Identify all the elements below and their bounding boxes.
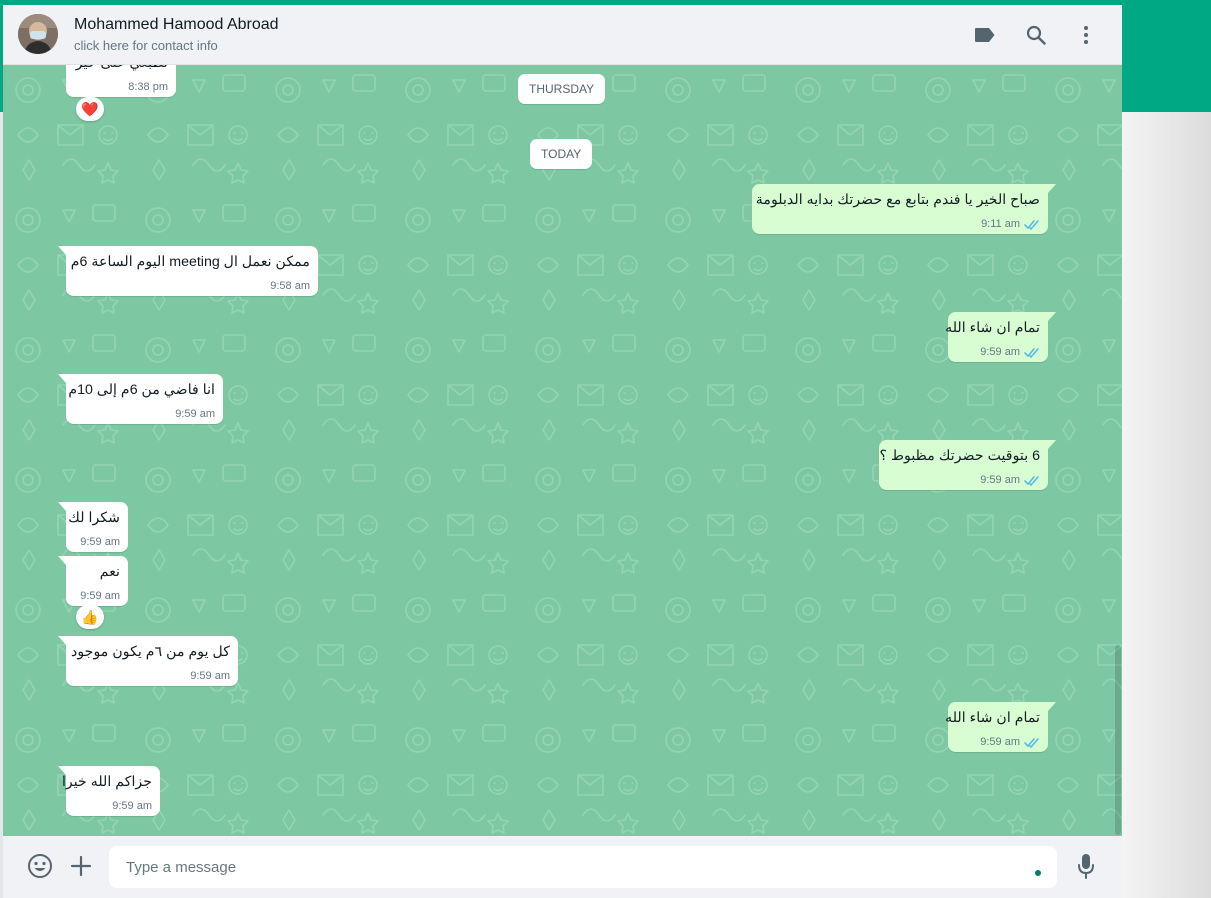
- message-meta: 9:11 am: [981, 218, 1040, 230]
- message-bubble-outgoing[interactable]: صباح الخير يا فندم بتابع مع حضرتك بدايه …: [752, 184, 1056, 234]
- message-time: 9:59 am: [980, 736, 1020, 748]
- voice-record-button[interactable]: [1069, 849, 1103, 883]
- message-text: تمام ان شاء الله: [945, 710, 1040, 726]
- message-bubble-incoming[interactable]: انا فاضي من 6م إلى 10م 9:59 am: [58, 374, 223, 424]
- message-time: 9:59 am: [980, 474, 1020, 486]
- message-text: تطبعي على خير: [75, 65, 168, 73]
- message-meta: 9:59 am: [980, 736, 1040, 748]
- message-meta: 9:59 am: [112, 800, 152, 812]
- message-bubble-incoming[interactable]: جزاكم الله خيرا 9:59 am: [58, 766, 160, 816]
- message-input[interactable]: [109, 846, 1057, 888]
- menu-button[interactable]: [1071, 20, 1101, 50]
- avatar[interactable]: [18, 14, 58, 54]
- emoji-button[interactable]: [23, 849, 57, 883]
- chat-scrollbar[interactable]: [1115, 645, 1121, 835]
- message-time: 9:59 am: [80, 536, 120, 548]
- read-double-check-icon: [1024, 737, 1039, 748]
- message-text: انا فاضي من 6م إلى 10م: [68, 382, 215, 398]
- message-bubble-incoming[interactable]: شكرا لك 9:59 am: [58, 502, 128, 552]
- message-bubble-outgoing[interactable]: تمام ان شاء الله 9:59 am: [945, 702, 1056, 752]
- read-double-check-icon: [1024, 347, 1039, 358]
- message-meta: 9:58 am: [270, 280, 310, 292]
- reaction-heart[interactable]: ❤️: [76, 97, 104, 121]
- microphone-icon: [1078, 854, 1094, 879]
- emoji-icon: [28, 854, 52, 878]
- date-divider-thursday: THURSDAY: [518, 74, 606, 104]
- message-time: 9:59 am: [190, 670, 230, 682]
- message-time: 9:58 am: [270, 280, 310, 292]
- message-composer: [3, 836, 1122, 898]
- message-text: صباح الخير يا فندم بتابع مع حضرتك بدايه …: [755, 192, 1040, 208]
- message-bubble-incoming[interactable]: نعم 9:59 am: [58, 556, 128, 606]
- message-text: شكرا لك: [68, 510, 120, 526]
- message-text: كل يوم من ٦م يكون موجود: [71, 644, 230, 660]
- message-meta: 9:59 am: [190, 670, 230, 682]
- attach-plus-icon: [70, 855, 92, 877]
- message-time: 8:38 pm: [128, 81, 168, 93]
- message-text: 6 بتوقيت حضرتك مظبوط ؟: [879, 448, 1040, 464]
- read-double-check-icon: [1024, 219, 1039, 230]
- message-bubble-incoming[interactable]: كل يوم من ٦م يكون موجود 9:59 am: [58, 636, 238, 686]
- reaction-thumbs-up[interactable]: 👍: [76, 605, 104, 629]
- chat-header[interactable]: Mohammed Hamood Abroad click here for co…: [3, 5, 1122, 65]
- contact-name[interactable]: Mohammed Hamood Abroad: [74, 16, 279, 34]
- date-divider-today: TODAY: [530, 139, 593, 169]
- message-text: ممكن نعمل ال meeting اليوم الساعة 6م: [70, 254, 310, 270]
- message-text: جزاكم الله خيرا: [61, 774, 152, 790]
- message-text: نعم: [99, 564, 120, 580]
- chat-window: Mohammed Hamood Abroad click here for co…: [3, 5, 1122, 898]
- label-icon: [975, 28, 995, 42]
- window-background: [1122, 112, 1211, 898]
- search-button[interactable]: [1021, 20, 1051, 50]
- menu-icon: [1084, 26, 1088, 44]
- message-time: 9:59 am: [112, 800, 152, 812]
- message-meta: 9:59 am: [980, 474, 1040, 486]
- attach-button[interactable]: [64, 849, 98, 883]
- message-time: 9:59 am: [175, 408, 215, 420]
- message-bubble-outgoing[interactable]: 6 بتوقيت حضرتك مظبوط ؟ 9:59 am: [879, 440, 1056, 490]
- message-time: 9:11 am: [981, 218, 1020, 230]
- label-button[interactable]: [970, 20, 1000, 50]
- input-status-dot: [1035, 870, 1041, 876]
- message-meta: 8:38 pm: [128, 81, 168, 93]
- search-icon: [1026, 25, 1046, 45]
- read-double-check-icon: [1024, 475, 1039, 486]
- message-list[interactable]: تطبعي على خير 8:38 pm ❤️ THURSDAY TODAY …: [3, 65, 1122, 836]
- message-bubble-incoming[interactable]: ممكن نعمل ال meeting اليوم الساعة 6م 9:5…: [58, 246, 318, 296]
- contact-info-hint[interactable]: click here for contact info: [74, 38, 218, 53]
- message-time: 9:59 am: [980, 346, 1020, 358]
- message-meta: 9:59 am: [80, 536, 120, 548]
- message-bubble-outgoing[interactable]: تمام ان شاء الله 9:59 am: [945, 312, 1056, 362]
- message-meta: 9:59 am: [980, 346, 1040, 358]
- message-bubble-incoming[interactable]: تطبعي على خير 8:38 pm: [66, 65, 176, 97]
- avatar-image: [18, 14, 58, 54]
- message-meta: 9:59 am: [80, 590, 120, 602]
- message-meta: 9:59 am: [175, 408, 215, 420]
- message-time: 9:59 am: [80, 590, 120, 602]
- message-text: تمام ان شاء الله: [945, 320, 1040, 336]
